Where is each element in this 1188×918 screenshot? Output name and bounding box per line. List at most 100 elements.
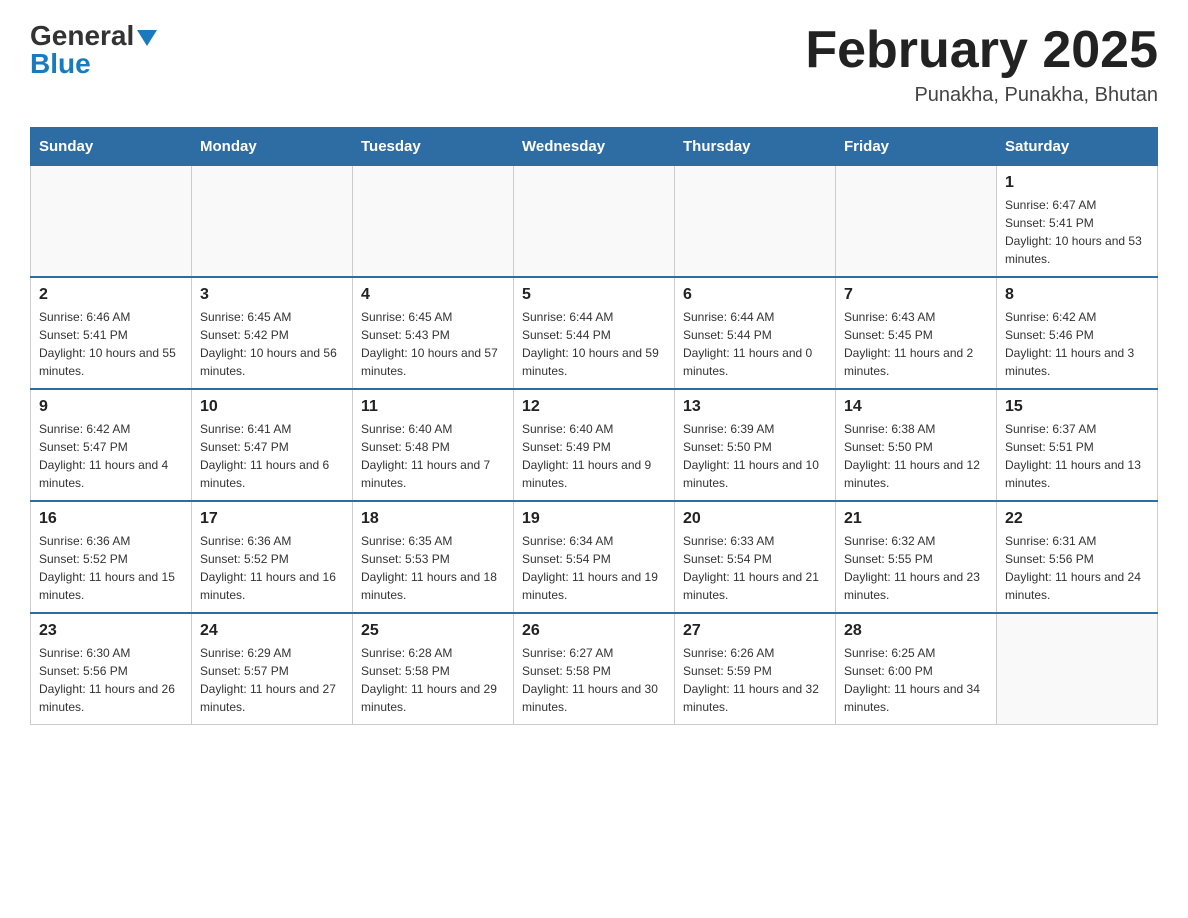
day-info: Sunrise: 6:36 AMSunset: 5:52 PMDaylight:… (39, 532, 183, 604)
calendar-cell: 6Sunrise: 6:44 AMSunset: 5:44 PMDaylight… (675, 277, 836, 389)
day-info: Sunrise: 6:38 AMSunset: 5:50 PMDaylight:… (844, 420, 988, 492)
day-number: 6 (683, 286, 827, 304)
day-number: 3 (200, 286, 344, 304)
calendar-cell: 23 Sunrise: 6:30 AMSunset: 5:56 PMDayligh… (31, 613, 192, 725)
day-info: Sunrise: 6:26 AMSunset: 5:59 PMDaylight:… (683, 644, 827, 716)
day-number: 20 (683, 510, 827, 528)
day-info: Sunrise: 6:25 AMSunset: 6:00 PMDaylight:… (844, 644, 988, 716)
day-info: Sunrise: 6:33 AMSunset: 5:54 PMDaylight:… (683, 532, 827, 604)
logo-blue-text: Blue (30, 48, 91, 80)
calendar-cell: 24 Sunrise: 6:29 AMSunset: 5:57 PMDayligh… (192, 613, 353, 725)
calendar-header-saturday: Saturday (997, 128, 1158, 166)
day-number: 27 (683, 622, 827, 640)
calendar-cell: 18 Sunrise: 6:35 AMSunset: 5:53 PMDayligh… (353, 501, 514, 613)
subtitle: Punakha, Punakha, Bhutan (805, 84, 1158, 107)
day-info: Sunrise: 6:43 AMSunset: 5:45 PMDaylight:… (844, 308, 988, 380)
calendar-cell (997, 613, 1158, 725)
calendar-cell: 2 Sunrise: 6:46 AMSunset: 5:41 PMDaylight… (31, 277, 192, 389)
calendar-cell: 11Sunrise: 6:40 AMSunset: 5:48 PMDayligh… (353, 389, 514, 501)
logo-arrow-icon (137, 30, 157, 46)
calendar-header-thursday: Thursday (675, 128, 836, 166)
day-number: 2 (39, 286, 183, 304)
day-number: 8 (1005, 286, 1149, 304)
day-info: Sunrise: 6:37 AMSunset: 5:51 PMDaylight:… (1005, 420, 1149, 492)
calendar-cell: 28 Sunrise: 6:25 AMSunset: 6:00 PMDayligh… (836, 613, 997, 725)
calendar-header-wednesday: Wednesday (514, 128, 675, 166)
calendar-header-friday: Friday (836, 128, 997, 166)
calendar-cell: 1 Sunrise: 6:47 AMSunset: 5:41 PMDaylight… (997, 166, 1158, 278)
calendar-header-sunday: Sunday (31, 128, 192, 166)
calendar-cell (836, 166, 997, 278)
day-number: 28 (844, 622, 988, 640)
day-info: Sunrise: 6:36 AMSunset: 5:52 PMDaylight:… (200, 532, 344, 604)
logo: General Blue (30, 20, 157, 80)
day-info: Sunrise: 6:39 AMSunset: 5:50 PMDaylight:… (683, 420, 827, 492)
calendar-cell: 17 Sunrise: 6:36 AMSunset: 5:52 PMDayligh… (192, 501, 353, 613)
main-title: February 2025 (805, 20, 1158, 80)
day-number: 14 (844, 398, 988, 416)
day-info: Sunrise: 6:40 AMSunset: 5:48 PMDaylight:… (361, 420, 505, 492)
calendar-cell: 26 Sunrise: 6:27 AMSunset: 5:58 PMDayligh… (514, 613, 675, 725)
day-info: Sunrise: 6:47 AMSunset: 5:41 PMDaylight:… (1005, 196, 1149, 268)
calendar-cell (514, 166, 675, 278)
day-number: 9 (39, 398, 183, 416)
calendar-cell: 7 Sunrise: 6:43 AMSunset: 5:45 PMDaylight… (836, 277, 997, 389)
calendar-week-row: 1 Sunrise: 6:47 AMSunset: 5:41 PMDaylight… (31, 166, 1158, 278)
day-info: Sunrise: 6:35 AMSunset: 5:53 PMDaylight:… (361, 532, 505, 604)
day-info: Sunrise: 6:34 AMSunset: 5:54 PMDaylight:… (522, 532, 666, 604)
day-info: Sunrise: 6:32 AMSunset: 5:55 PMDaylight:… (844, 532, 988, 604)
calendar-cell: 8 Sunrise: 6:42 AMSunset: 5:46 PMDaylight… (997, 277, 1158, 389)
day-number: 4 (361, 286, 505, 304)
day-number: 5 (522, 286, 666, 304)
calendar-week-row: 16Sunrise: 6:36 AMSunset: 5:52 PMDayligh… (31, 501, 1158, 613)
day-info: Sunrise: 6:41 AMSunset: 5:47 PMDaylight:… (200, 420, 344, 492)
calendar-cell (31, 166, 192, 278)
day-number: 26 (522, 622, 666, 640)
calendar-cell: 16Sunrise: 6:36 AMSunset: 5:52 PMDayligh… (31, 501, 192, 613)
day-info: Sunrise: 6:28 AMSunset: 5:58 PMDaylight:… (361, 644, 505, 716)
day-number: 18 (361, 510, 505, 528)
day-number: 22 (1005, 510, 1149, 528)
day-number: 12 (522, 398, 666, 416)
day-number: 13 (683, 398, 827, 416)
day-number: 10 (200, 398, 344, 416)
day-info: Sunrise: 6:31 AMSunset: 5:56 PMDaylight:… (1005, 532, 1149, 604)
calendar-cell: 20 Sunrise: 6:33 AMSunset: 5:54 PMDayligh… (675, 501, 836, 613)
calendar-week-row: 9 Sunrise: 6:42 AMSunset: 5:47 PMDaylight… (31, 389, 1158, 501)
day-number: 21 (844, 510, 988, 528)
day-info: Sunrise: 6:45 AMSunset: 5:43 PMDaylight:… (361, 308, 505, 380)
day-number: 1 (1005, 174, 1149, 192)
day-info: Sunrise: 6:42 AMSunset: 5:47 PMDaylight:… (39, 420, 183, 492)
day-number: 7 (844, 286, 988, 304)
calendar-header-row: SundayMondayTuesdayWednesdayThursdayFrid… (31, 128, 1158, 166)
day-number: 23 (39, 622, 183, 640)
calendar-cell (353, 166, 514, 278)
day-info: Sunrise: 6:40 AMSunset: 5:49 PMDaylight:… (522, 420, 666, 492)
day-info: Sunrise: 6:42 AMSunset: 5:46 PMDaylight:… (1005, 308, 1149, 380)
calendar-cell: 3 Sunrise: 6:45 AMSunset: 5:42 PMDaylight… (192, 277, 353, 389)
day-number: 19 (522, 510, 666, 528)
day-info: Sunrise: 6:27 AMSunset: 5:58 PMDaylight:… (522, 644, 666, 716)
calendar-cell: 12 Sunrise: 6:40 AMSunset: 5:49 PMDayligh… (514, 389, 675, 501)
calendar-cell: 4 Sunrise: 6:45 AMSunset: 5:43 PMDaylight… (353, 277, 514, 389)
calendar-cell: 5 Sunrise: 6:44 AMSunset: 5:44 PMDaylight… (514, 277, 675, 389)
day-info: Sunrise: 6:29 AMSunset: 5:57 PMDaylight:… (200, 644, 344, 716)
calendar-cell: 25Sunrise: 6:28 AMSunset: 5:58 PMDayligh… (353, 613, 514, 725)
calendar-cell: 9 Sunrise: 6:42 AMSunset: 5:47 PMDaylight… (31, 389, 192, 501)
page-header: General Blue February 2025 Punakha, Puna… (30, 20, 1158, 107)
calendar-cell (675, 166, 836, 278)
calendar-cell: 22 Sunrise: 6:31 AMSunset: 5:56 PMDayligh… (997, 501, 1158, 613)
calendar-week-row: 23 Sunrise: 6:30 AMSunset: 5:56 PMDayligh… (31, 613, 1158, 725)
day-info: Sunrise: 6:30 AMSunset: 5:56 PMDaylight:… (39, 644, 183, 716)
day-number: 17 (200, 510, 344, 528)
day-info: Sunrise: 6:45 AMSunset: 5:42 PMDaylight:… (200, 308, 344, 380)
day-number: 24 (200, 622, 344, 640)
day-info: Sunrise: 6:44 AMSunset: 5:44 PMDaylight:… (522, 308, 666, 380)
calendar-cell: 13 Sunrise: 6:39 AMSunset: 5:50 PMDayligh… (675, 389, 836, 501)
calendar-cell: 10 Sunrise: 6:41 AMSunset: 5:47 PMDayligh… (192, 389, 353, 501)
calendar-cell: 27 Sunrise: 6:26 AMSunset: 5:59 PMDayligh… (675, 613, 836, 725)
calendar-cell: 15Sunrise: 6:37 AMSunset: 5:51 PMDayligh… (997, 389, 1158, 501)
calendar-cell: 21 Sunrise: 6:32 AMSunset: 5:55 PMDayligh… (836, 501, 997, 613)
calendar-week-row: 2 Sunrise: 6:46 AMSunset: 5:41 PMDaylight… (31, 277, 1158, 389)
day-info: Sunrise: 6:46 AMSunset: 5:41 PMDaylight:… (39, 308, 183, 380)
